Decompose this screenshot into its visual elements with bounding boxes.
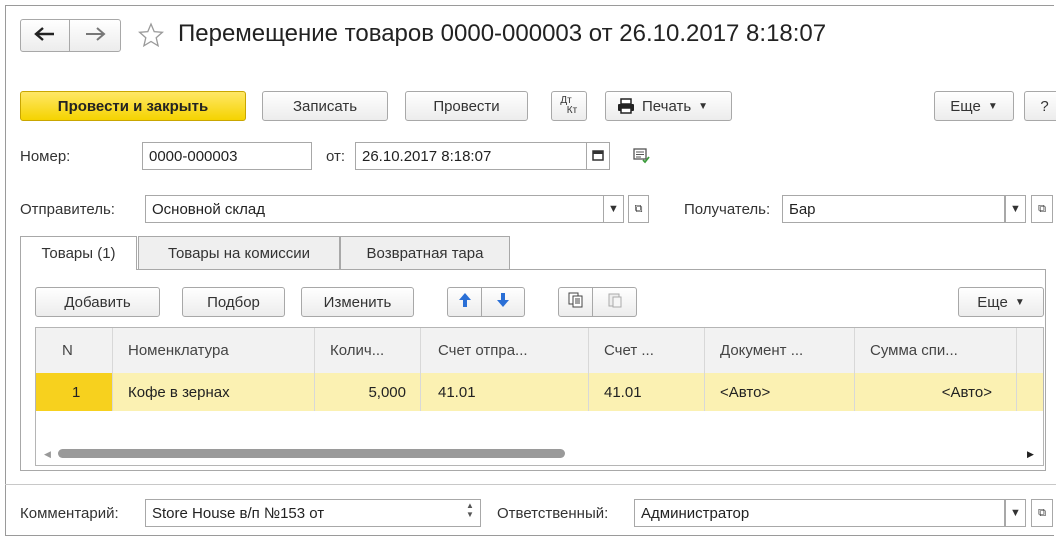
- more-button[interactable]: Еще ▼: [934, 91, 1014, 121]
- column-header-quantity[interactable]: Колич...: [330, 342, 384, 359]
- comment-expand-icon[interactable]: ▲ ▼: [466, 501, 474, 519]
- receiver-dropdown-button[interactable]: ▼: [1005, 195, 1026, 223]
- help-button[interactable]: ?: [1024, 91, 1056, 121]
- responsible-open-button[interactable]: ⧉: [1031, 499, 1053, 527]
- print-label: Печать: [642, 97, 692, 115]
- scroll-right-icon[interactable]: ▶: [1027, 449, 1034, 460]
- sender-dropdown-button[interactable]: ▼: [603, 195, 624, 223]
- date-label: от:: [326, 148, 346, 165]
- chevron-down-icon: ▼: [608, 203, 619, 215]
- responsible-label: Ответственный:: [497, 505, 609, 522]
- edit-button[interactable]: Изменить: [301, 287, 414, 317]
- column-header-account[interactable]: Счет ...: [604, 342, 654, 359]
- tab-returnable-packaging[interactable]: Возвратная тара: [340, 236, 510, 269]
- column-header-sender-account[interactable]: Счет отпра...: [438, 342, 528, 359]
- forward-button[interactable]: [69, 19, 121, 52]
- comment-field[interactable]: Store House в/п №153 от: [145, 499, 481, 527]
- cell-account: 41.01: [604, 384, 642, 401]
- chevron-down-icon: ▼: [1014, 296, 1025, 308]
- number-label: Номер:: [20, 148, 71, 165]
- dt-kt-button[interactable]: Дт Кт: [551, 91, 587, 121]
- chevron-down-icon: ▼: [1010, 507, 1021, 519]
- dt-kt-icon: Дт Кт: [560, 95, 578, 116]
- divider: [5, 484, 1056, 485]
- cell-writeoff-sum: <Авто>: [941, 384, 992, 401]
- column-header-nomenclature[interactable]: Номенклатура: [128, 342, 229, 359]
- calendar-icon: [592, 149, 604, 164]
- post-and-close-button[interactable]: Провести и закрыть: [20, 91, 246, 121]
- move-up-button[interactable]: [447, 287, 482, 317]
- more-label: Еще: [950, 97, 981, 115]
- horizontal-scrollbar-thumb[interactable]: [58, 449, 565, 458]
- arrow-right-icon: [84, 26, 106, 46]
- copy-button[interactable]: [558, 287, 593, 317]
- date-field[interactable]: 26.10.2017 8:18:07: [355, 142, 587, 170]
- cell-nomenclature: Кофе в зернах: [128, 384, 230, 401]
- comment-label: Комментарий:: [20, 505, 119, 522]
- receiver-field[interactable]: Бар: [782, 195, 1005, 223]
- column-header-n[interactable]: N: [62, 342, 73, 359]
- printer-icon: [617, 98, 635, 114]
- arrow-left-icon: [34, 26, 56, 46]
- calendar-button[interactable]: [586, 142, 610, 170]
- sender-label: Отправитель:: [20, 201, 115, 218]
- sender-open-button[interactable]: ⧉: [628, 195, 649, 223]
- open-link-icon: ⧉: [1038, 506, 1046, 519]
- cell-document: <Авто>: [720, 384, 771, 401]
- add-button[interactable]: Добавить: [35, 287, 160, 317]
- save-button[interactable]: Записать: [262, 91, 388, 121]
- receiver-open-button[interactable]: ⧉: [1031, 195, 1053, 223]
- open-link-icon: ⧉: [1038, 202, 1046, 215]
- chevron-down-icon: ▼: [698, 100, 709, 112]
- chevron-down-icon: ▼: [1010, 203, 1021, 215]
- paste-button[interactable]: [592, 287, 637, 317]
- back-button[interactable]: [20, 19, 70, 52]
- arrow-down-icon: [496, 292, 510, 312]
- move-down-button[interactable]: [481, 287, 525, 317]
- column-header-document[interactable]: Документ ...: [720, 342, 803, 359]
- responsible-field[interactable]: Администратор: [634, 499, 1005, 527]
- paste-icon: [607, 292, 623, 312]
- tab-commission-goods[interactable]: Товары на комиссии: [138, 236, 340, 269]
- sender-field[interactable]: Основной склад: [145, 195, 604, 223]
- receiver-label: Получатель:: [684, 201, 771, 218]
- responsible-dropdown-button[interactable]: ▼: [1005, 499, 1026, 527]
- print-button[interactable]: Печать ▼: [605, 91, 732, 121]
- copy-icon: [568, 292, 584, 312]
- tab-goods[interactable]: Товары (1): [20, 236, 137, 270]
- cell-sender-account: 41.01: [438, 384, 476, 401]
- chevron-down-icon: ▼: [987, 100, 998, 112]
- cell-n: 1: [72, 384, 81, 401]
- table-more-button[interactable]: Еще ▼: [958, 287, 1044, 317]
- scroll-left-icon[interactable]: ◀: [44, 449, 51, 460]
- column-header-writeoff-sum[interactable]: Сумма спи...: [870, 342, 958, 359]
- star-icon[interactable]: [138, 22, 164, 48]
- post-button[interactable]: Провести: [405, 91, 528, 121]
- select-button[interactable]: Подбор: [182, 287, 285, 317]
- more-label: Еще: [977, 293, 1008, 311]
- open-link-icon: ⧉: [634, 202, 643, 215]
- cell-quantity: 5,000: [368, 384, 406, 401]
- document-status-icon[interactable]: [633, 148, 651, 168]
- page-title: Перемещение товаров 0000-000003 от 26.10…: [178, 20, 827, 47]
- arrow-up-icon: [458, 292, 472, 312]
- number-field[interactable]: 0000-000003: [142, 142, 312, 170]
